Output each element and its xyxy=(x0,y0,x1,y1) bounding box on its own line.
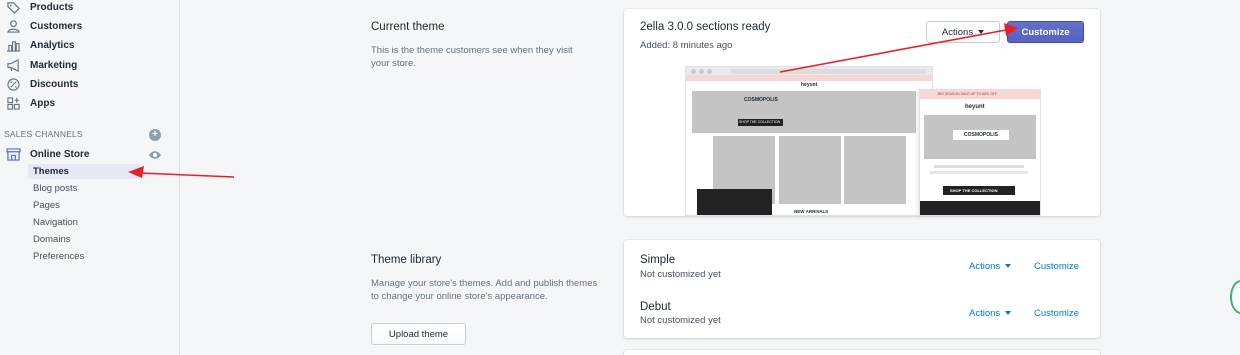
theme-status-simple: Not customized yet xyxy=(640,269,721,280)
cookie-banner xyxy=(697,189,772,215)
mobile-theme-preview: BIG SEASON SALE UP TO 50% OFF heyunt COS… xyxy=(919,89,1041,216)
sidebar-item-label: Discounts xyxy=(30,78,79,90)
debut-actions-button[interactable]: Actions xyxy=(969,308,1012,319)
mobile-cookie-banner xyxy=(920,201,1040,215)
actions-label: Actions xyxy=(969,261,1001,272)
sidebar-item-customers[interactable]: Customers xyxy=(4,17,82,35)
apps-icon xyxy=(4,96,22,110)
collection-image xyxy=(779,136,841,204)
theme-name-simple: Simple xyxy=(640,254,676,266)
bar-chart-icon xyxy=(4,38,22,52)
upload-theme-button[interactable]: Upload theme xyxy=(371,323,466,345)
new-arrivals-text: NEW ARRIVALS xyxy=(794,209,829,214)
actions-label: Actions xyxy=(941,26,974,38)
sidebar-item-products[interactable]: Products xyxy=(4,0,73,16)
debut-customize-link[interactable]: Customize xyxy=(1034,308,1079,319)
sidebar: Products Customers Analytics Marketing D… xyxy=(0,0,180,355)
sidebar-item-blog-posts[interactable]: Blog posts xyxy=(33,181,77,196)
browser-dot xyxy=(699,69,704,74)
sidebar-item-navigation[interactable]: Navigation xyxy=(33,215,78,230)
eye-icon[interactable] xyxy=(148,150,162,160)
simple-actions-button[interactable]: Actions xyxy=(969,261,1012,272)
sidebar-item-label: Marketing xyxy=(30,59,78,71)
theme-library-description: Manage your store's themes. Add and publ… xyxy=(371,278,598,302)
sidebar-item-label: Online Store xyxy=(30,148,90,160)
sidebar-item-label: Customers xyxy=(30,20,83,32)
theme-name-debut: Debut xyxy=(640,301,671,313)
sidebar-item-label: Analytics xyxy=(30,39,75,51)
text-line xyxy=(934,165,1024,168)
browser-url-bar xyxy=(731,69,926,74)
theme-status-debut: Not customized yet xyxy=(640,315,721,326)
desktop-theme-preview: heyunt COSMOPOLIS SHOP THE COLLECTION NE… xyxy=(685,66,933,216)
desktop-hero-text: COSMOPOLIS xyxy=(744,97,778,103)
hero-image xyxy=(692,91,916,133)
collection-image xyxy=(844,136,906,204)
next-card xyxy=(624,350,1100,355)
desktop-cta-label: SHOP THE COLLECTION xyxy=(739,120,781,124)
sidebar-item-marketing[interactable]: Marketing xyxy=(4,56,77,74)
sales-channels-heading: SALES CHANNELS xyxy=(4,129,83,139)
text-line xyxy=(930,171,1028,174)
chat-bubble-icon[interactable] xyxy=(1230,280,1240,314)
sidebar-item-domains[interactable]: Domains xyxy=(33,232,71,247)
mobile-logo: heyunt xyxy=(965,104,985,110)
sidebar-item-discounts[interactable]: Discounts xyxy=(4,75,78,93)
current-theme-name: 2ella 3.0.0 sections ready xyxy=(640,21,771,33)
discount-icon xyxy=(4,77,22,91)
simple-customize-link[interactable]: Customize xyxy=(1034,261,1079,272)
tag-icon xyxy=(4,0,22,14)
browser-dot xyxy=(707,69,712,74)
mobile-cta-label: SHOP THE COLLECTION xyxy=(950,188,998,193)
desktop-logo: heyunt xyxy=(801,82,818,88)
actions-label: Actions xyxy=(969,308,1001,319)
sidebar-item-preferences[interactable]: Preferences xyxy=(33,249,84,264)
store-icon xyxy=(4,147,22,161)
sidebar-item-analytics[interactable]: Analytics xyxy=(4,36,74,54)
caret-down-icon xyxy=(978,30,985,34)
browser-dot xyxy=(691,69,696,74)
mobile-banner-text: BIG SEASON SALE UP TO 50% OFF xyxy=(938,92,997,96)
sidebar-item-label: Products xyxy=(30,1,74,13)
mobile-hero-text: COSMOPOLIS xyxy=(953,130,1009,140)
sidebar-item-label: Apps xyxy=(30,97,55,109)
add-sales-channel-icon[interactable]: + xyxy=(149,129,161,141)
theme-library-title: Theme library xyxy=(371,254,442,266)
current-theme-title: Current theme xyxy=(371,21,445,33)
sidebar-item-themes[interactable]: Themes xyxy=(28,164,140,179)
customize-button[interactable]: Customize xyxy=(1007,21,1084,43)
megaphone-icon xyxy=(4,58,22,72)
current-theme-added: Added: 8 minutes ago xyxy=(640,40,733,51)
sidebar-item-apps[interactable]: Apps xyxy=(4,94,55,112)
sidebar-item-online-store[interactable]: Online Store xyxy=(4,145,89,163)
current-theme-actions-button[interactable]: Actions xyxy=(926,21,1000,43)
announcement-bar xyxy=(686,75,932,81)
sidebar-item-pages[interactable]: Pages xyxy=(33,198,60,213)
caret-down-icon xyxy=(1005,311,1012,316)
person-icon xyxy=(4,19,22,33)
caret-down-icon xyxy=(1005,264,1012,269)
current-theme-description: This is the theme customers see when the… xyxy=(371,45,573,69)
